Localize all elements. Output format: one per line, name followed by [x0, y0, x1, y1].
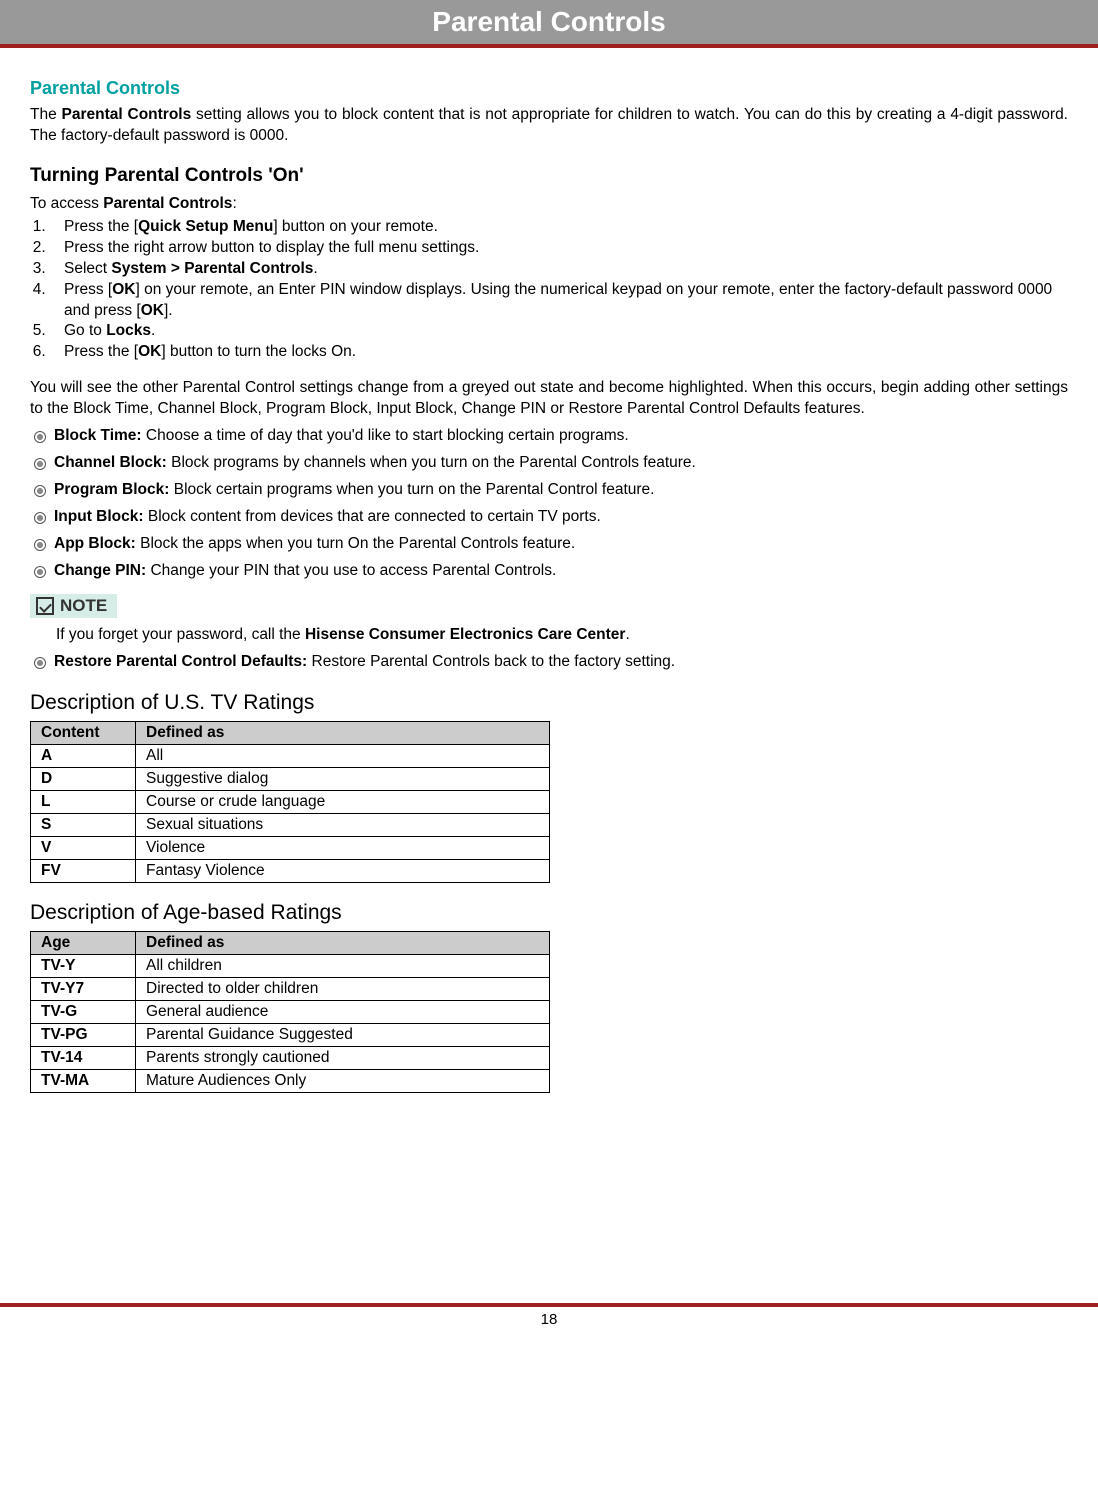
- table-row: Content Defined as: [31, 721, 550, 744]
- access-line: To access Parental Controls:: [30, 195, 1068, 213]
- main-content: Parental Controls The Parental Controls …: [0, 48, 1098, 1103]
- table-row: FVFantasy Violence: [31, 859, 550, 882]
- section-title: Parental Controls: [30, 78, 1068, 99]
- page-header-title: Parental Controls: [432, 6, 665, 37]
- after-steps-paragraph: You will see the other Parental Control …: [30, 378, 1068, 420]
- step-item: Select System > Parental Controls.: [50, 259, 1068, 280]
- table-row: SSexual situations: [31, 813, 550, 836]
- table-row: TV-MAMature Audiences Only: [31, 1069, 550, 1092]
- restore-list: Restore Parental Control Defaults: Resto…: [30, 652, 1068, 673]
- steps-list: Press the [Quick Setup Menu] button on y…: [30, 217, 1068, 363]
- note-box: NOTE: [30, 594, 117, 618]
- age-ratings-table: Age Defined as TV-YAll children TV-Y7Dir…: [30, 931, 550, 1093]
- table-row: VViolence: [31, 836, 550, 859]
- list-item: Block Time: Choose a time of day that yo…: [34, 426, 1068, 447]
- feature-list: Block Time: Choose a time of day that yo…: [30, 426, 1068, 582]
- table-header: Defined as: [136, 931, 550, 954]
- note-text: If you forget your password, call the Hi…: [56, 626, 1068, 644]
- table-row: TV-PGParental Guidance Suggested: [31, 1023, 550, 1046]
- age-table-heading: Description of Age-based Ratings: [30, 901, 1068, 925]
- table-header: Defined as: [136, 721, 550, 744]
- table-row: TV-Y7Directed to older children: [31, 977, 550, 1000]
- list-item: Change PIN: Change your PIN that you use…: [34, 561, 1068, 582]
- us-table-heading: Description of U.S. TV Ratings: [30, 691, 1068, 715]
- table-row: TV-GGeneral audience: [31, 1000, 550, 1023]
- table-header: Age: [31, 931, 136, 954]
- table-row: AAll: [31, 744, 550, 767]
- step-item: Go to Locks.: [50, 321, 1068, 342]
- list-item: Program Block: Block certain programs wh…: [34, 480, 1068, 501]
- step-item: Press [OK] on your remote, an Enter PIN …: [50, 280, 1068, 322]
- table-row: TV-14Parents strongly cautioned: [31, 1046, 550, 1069]
- table-row: TV-YAll children: [31, 954, 550, 977]
- step-item: Press the [Quick Setup Menu] button on y…: [50, 217, 1068, 238]
- page-number: 18: [0, 1307, 1098, 1338]
- note-label: NOTE: [60, 596, 107, 616]
- list-item: App Block: Block the apps when you turn …: [34, 534, 1068, 555]
- us-ratings-table: Content Defined as AAll DSuggestive dial…: [30, 721, 550, 883]
- intro-paragraph: The Parental Controls setting allows you…: [30, 105, 1068, 147]
- list-item: Channel Block: Block programs by channel…: [34, 453, 1068, 474]
- table-header: Content: [31, 721, 136, 744]
- list-item: Restore Parental Control Defaults: Resto…: [34, 652, 1068, 673]
- step-item: Press the right arrow button to display …: [50, 238, 1068, 259]
- turning-on-heading: Turning Parental Controls 'On': [30, 165, 1068, 187]
- table-row: DSuggestive dialog: [31, 767, 550, 790]
- table-row: Age Defined as: [31, 931, 550, 954]
- step-item: Press the [OK] button to turn the locks …: [50, 342, 1068, 363]
- check-icon: [36, 597, 54, 615]
- list-item: Input Block: Block content from devices …: [34, 507, 1068, 528]
- table-row: LCourse or crude language: [31, 790, 550, 813]
- page-header: Parental Controls: [0, 0, 1098, 48]
